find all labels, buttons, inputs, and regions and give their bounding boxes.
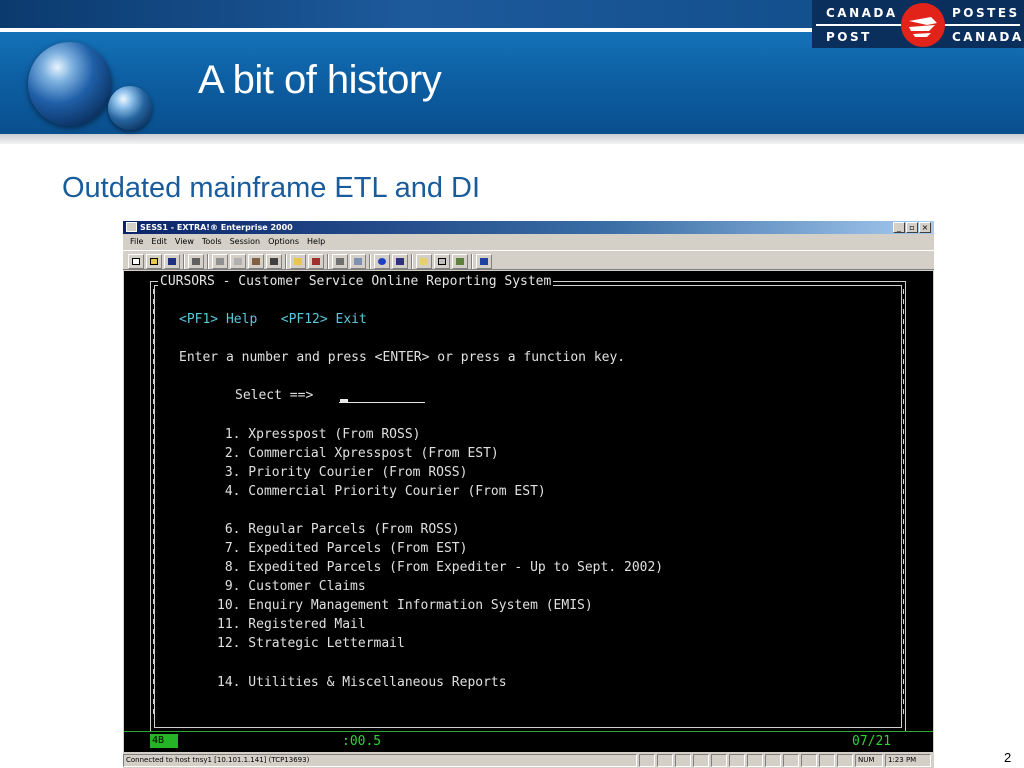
page-number: 2 (1004, 750, 1012, 765)
status-cell (765, 754, 781, 767)
status-cell (747, 754, 763, 767)
display-icon[interactable] (434, 254, 450, 269)
logo-post-text: POST (826, 30, 872, 44)
clock: 1:23 PM (885, 754, 931, 767)
copy-icon[interactable] (230, 254, 246, 269)
status-cell (729, 754, 745, 767)
window-title: SESS1 - EXTRA!® Enterprise 2000 (140, 223, 293, 232)
window-titlebar[interactable]: SESS1 - EXTRA!® Enterprise 2000 _ ▫ × (123, 221, 934, 234)
screen-border-dashes-left (153, 289, 154, 719)
menu-option-1[interactable]: 1. Xpresspost (From ROSS) (217, 427, 421, 443)
help-icon[interactable] (476, 254, 492, 269)
toolbar-separator (183, 254, 185, 269)
menu-edit[interactable]: Edit (147, 235, 171, 249)
paste-icon[interactable] (248, 254, 264, 269)
logo-canada-fr-text: CANADA (952, 30, 1024, 44)
terminal-screen[interactable]: CURSORS - Customer Service Online Report… (124, 271, 933, 753)
menu-session[interactable]: Session (226, 235, 265, 249)
toolbar-separator (207, 254, 209, 269)
menu-option-9[interactable]: 9. Customer Claims (217, 579, 366, 595)
screen-title: CURSORS - Customer Service Online Report… (158, 274, 554, 289)
dot-icon[interactable] (374, 254, 390, 269)
header-shadow (0, 134, 1024, 144)
menu-option-14[interactable]: 14. Utilities & Miscellaneous Reports (217, 675, 507, 691)
close-button[interactable]: × (919, 222, 931, 233)
toolbar-separator (327, 254, 329, 269)
menu-option-12[interactable]: 12. Strategic Lettermail (217, 636, 405, 652)
minimize-button[interactable]: _ (893, 222, 905, 233)
status-cell (711, 754, 727, 767)
print-icon[interactable] (188, 254, 204, 269)
macro-icon[interactable] (308, 254, 324, 269)
menu-option-2[interactable]: 2. Commercial Xpresspost (From EST) (217, 446, 499, 462)
status-cell (783, 754, 799, 767)
glasses-icon[interactable] (266, 254, 282, 269)
function-key-help[interactable]: <PF1> Help <PF12> Exit (179, 312, 367, 328)
status-cell (819, 754, 835, 767)
slide-subtitle: Outdated mainframe ETL and DI (62, 172, 481, 204)
edit-icon[interactable] (416, 254, 432, 269)
toolbar-separator (369, 254, 371, 269)
menu-option-10[interactable]: 10. Enquiry Management Information Syste… (217, 598, 593, 614)
operator-info-area: 4B :00.5 07/21 (124, 731, 933, 751)
open-icon[interactable] (146, 254, 162, 269)
menu-option-4[interactable]: 4. Commercial Priority Courier (From EST… (217, 484, 546, 500)
menu-option-6[interactable]: 6. Regular Parcels (From ROSS) (217, 522, 460, 538)
menu-view[interactable]: View (171, 235, 198, 249)
select-prompt: Select ==> (235, 388, 314, 403)
logo-postes-text: POSTES (952, 6, 1020, 20)
status-bar: Connected to host tnsy1 [10.101.1.141] (… (123, 752, 934, 768)
canada-post-logo: CANADA POSTES POST CANADA (812, 0, 1024, 48)
emulator-window: SESS1 - EXTRA!® Enterprise 2000 _ ▫ × Fi… (123, 221, 934, 768)
app-icon (126, 222, 137, 232)
status-cell (801, 754, 817, 767)
menu-tools[interactable]: Tools (198, 235, 226, 249)
status-cell (639, 754, 655, 767)
restore-button[interactable]: ▫ (906, 222, 918, 233)
cursor-position: 07/21 (852, 734, 892, 749)
menu-option-3[interactable]: 3. Priority Courier (From ROSS) (217, 465, 468, 481)
status-cell (675, 754, 691, 767)
select-input[interactable] (339, 387, 425, 403)
globe-icon (28, 42, 112, 126)
status-cell (657, 754, 673, 767)
new-icon[interactable] (128, 254, 144, 269)
toolbar-separator (411, 254, 413, 269)
print-screen-icon[interactable] (332, 254, 348, 269)
toolbar-separator (285, 254, 287, 269)
check-icon[interactable] (452, 254, 468, 269)
menu-options[interactable]: Options (264, 235, 303, 249)
oia-status-indicator: 4B (150, 734, 178, 748)
menu-option-11[interactable]: 11. Registered Mail (217, 617, 366, 633)
menu-option-7[interactable]: 7. Expedited Parcels (From EST) (217, 541, 468, 557)
menu-file[interactable]: File (126, 235, 147, 249)
connection-status: Connected to host tnsy1 [10.101.1.141] (… (123, 754, 637, 767)
status-cell (837, 754, 853, 767)
cut-icon[interactable] (212, 254, 228, 269)
send-icon[interactable] (350, 254, 366, 269)
instruction-text: Enter a number and press <ENTER> or pres… (179, 350, 626, 365)
menu-help[interactable]: Help (303, 235, 329, 249)
screen-border-dashes-right (903, 289, 904, 719)
toolbar (123, 250, 934, 270)
response-timer: :00.5 (342, 734, 382, 749)
logo-canada-text: CANADA (826, 6, 898, 20)
toolbar-separator (471, 254, 473, 269)
post-horn-icon (901, 3, 945, 47)
menu-bar: File Edit View Tools Session Options Hel… (123, 235, 329, 249)
small-globe-icon (108, 86, 152, 130)
folder-icon[interactable] (290, 254, 306, 269)
num-lock-indicator: NUM (855, 754, 883, 767)
status-cell (693, 754, 709, 767)
slide-title: A bit of history (198, 58, 442, 102)
save-icon[interactable] (164, 254, 180, 269)
text-cursor (340, 399, 348, 402)
record-icon[interactable] (392, 254, 408, 269)
menu-option-8[interactable]: 8. Expedited Parcels (From Expediter - U… (217, 560, 663, 576)
